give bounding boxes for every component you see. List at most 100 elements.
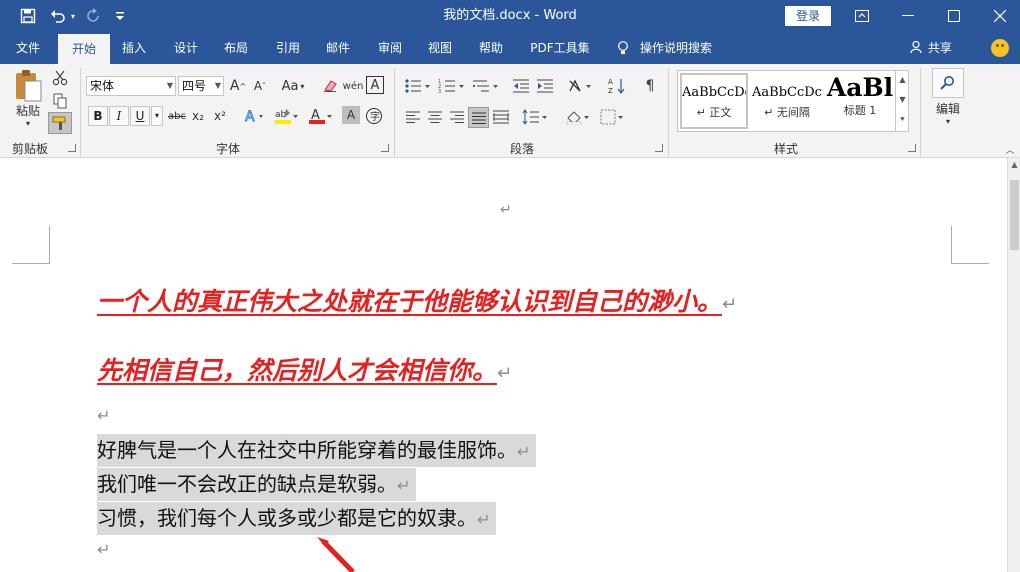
align-left-icon[interactable] (404, 108, 422, 126)
bold-button[interactable]: B (88, 106, 108, 126)
minimize-icon[interactable] (885, 0, 931, 32)
clipboard-group-label: 剪贴板 (11, 142, 48, 156)
selected-line-2[interactable]: 我们唯一不会改正的缺点是软弱。↵ (97, 468, 417, 501)
font-launcher-icon[interactable] (381, 144, 389, 152)
tab-insert[interactable]: 插入 (112, 32, 156, 64)
tab-layout[interactable]: 布局 (214, 32, 258, 64)
numbering-icon[interactable]: 123 (436, 76, 468, 96)
text-effects-icon[interactable]: A (242, 106, 268, 126)
chevron-down-icon[interactable]: ▾ (942, 116, 954, 126)
paste-label[interactable]: 粘贴 (12, 102, 44, 118)
style-normal[interactable]: AaBbCcDc ↵ 正文 (680, 73, 748, 129)
align-center-icon[interactable] (426, 108, 444, 126)
character-border-icon[interactable]: A (366, 76, 384, 94)
justify-icon[interactable] (468, 107, 489, 128)
vertical-scrollbar[interactable]: ▲ (1007, 158, 1020, 572)
paragraph-mark: ↵ (497, 363, 513, 384)
lightbulb-icon[interactable] (614, 32, 632, 64)
sort-icon[interactable]: AZ (606, 76, 628, 96)
chevron-down-icon: ▼ (214, 81, 221, 90)
distributed-icon[interactable] (491, 108, 511, 126)
heading-quote-1[interactable]: 一个人的真正伟大之处就在于他能够认识到自己的渺小。↵ (97, 282, 737, 318)
heading-quote-2[interactable]: 先相信自己，然后别人才会相信你。↵ (97, 351, 512, 387)
font-name-select[interactable]: 宋体 ▼ (86, 76, 176, 96)
login-button[interactable]: 登录 (785, 6, 831, 26)
grow-font-icon[interactable]: A ^ (228, 76, 248, 96)
decrease-indent-icon[interactable] (510, 76, 532, 96)
tab-mailings[interactable]: 邮件 (316, 32, 360, 64)
tab-references[interactable]: 引用 (266, 32, 310, 64)
document-canvas[interactable]: ↵ 一个人的真正伟大之处就在于他能够认识到自己的渺小。↵ 先相信自己，然后别人才… (0, 158, 1007, 572)
editing-label[interactable]: 编辑 (928, 100, 968, 116)
tab-home[interactable]: 开始 (58, 34, 110, 64)
font-size-select[interactable]: 四号 ▼ (178, 76, 224, 96)
undo-dropdown-icon[interactable]: ▾ (68, 0, 78, 32)
copy-icon[interactable] (50, 91, 70, 111)
tab-design[interactable]: 设计 (164, 32, 208, 64)
chevron-up-icon[interactable]: ▲ (896, 70, 909, 90)
change-case-button[interactable]: Aa ▾ (278, 76, 308, 96)
title-bar: ▾ 我的文档.docx - Word 登录 (0, 0, 1020, 32)
ribbon-display-options-icon[interactable] (839, 0, 885, 32)
style-no-spacing[interactable]: AaBbCcDc ↵ 无间隔 (752, 73, 822, 129)
customize-quick-access-icon[interactable] (112, 0, 128, 32)
more-styles-icon[interactable]: ⯆ (896, 110, 909, 130)
phonetic-guide-icon[interactable]: wén (342, 76, 364, 96)
underline-dropdown-icon[interactable]: ▾ (151, 106, 163, 126)
font-color-icon[interactable]: A (306, 106, 336, 126)
tell-me-search[interactable]: 操作说明搜索 (640, 32, 720, 64)
paragraph-mark: ↵ (722, 294, 738, 315)
body-line-3-text: 习惯，我们每个人或多或少都是它的奴隶。 (97, 506, 477, 530)
chinese-layout-icon[interactable] (566, 76, 596, 96)
tab-file[interactable]: 文件 (6, 32, 50, 64)
enclose-characters-icon[interactable]: 字 (364, 106, 384, 126)
style-no-spacing-name: ↵ 无间隔 (764, 106, 810, 119)
selected-line-1[interactable]: 好脾气是一个人在社交中所能穿着的最佳服饰。↵ (97, 434, 537, 467)
save-icon[interactable] (16, 0, 40, 32)
show-formatting-marks-icon[interactable]: ¶ (640, 76, 660, 96)
undo-icon[interactable] (46, 0, 70, 32)
tab-view[interactable]: 视图 (418, 32, 462, 64)
tab-pdf-tools[interactable]: PDF工具集 (524, 32, 596, 64)
redo-icon[interactable] (82, 0, 106, 32)
multilevel-list-icon[interactable] (470, 76, 502, 96)
bullets-icon[interactable] (402, 76, 434, 96)
tab-help[interactable]: 帮助 (469, 32, 513, 64)
chevron-up-icon[interactable]: ▲ (1008, 160, 1020, 169)
selected-line-3[interactable]: 习惯，我们每个人或多或少都是它的奴隶。↵ (97, 502, 497, 535)
style-heading-1[interactable]: AaBl 标题 1 (826, 73, 894, 129)
styles-launcher-icon[interactable] (908, 144, 916, 152)
paste-dropdown-icon[interactable]: ▾ (22, 118, 34, 128)
maximize-icon[interactable] (931, 0, 977, 32)
underline-button[interactable]: U (130, 106, 150, 126)
tab-review[interactable]: 审阅 (368, 32, 412, 64)
scrollbar-thumb[interactable] (1010, 180, 1019, 250)
chevron-down-icon[interactable]: ▼ (896, 90, 909, 110)
collapse-ribbon-icon[interactable]: ︿ (1004, 144, 1016, 156)
superscript-button[interactable]: x² (210, 106, 230, 126)
format-painter-icon[interactable] (48, 112, 72, 134)
line-spacing-icon[interactable] (520, 108, 550, 126)
shrink-font-icon[interactable]: Aˇ (250, 76, 270, 96)
clear-formatting-icon[interactable] (320, 76, 340, 96)
subscript-button[interactable]: x₂ (188, 106, 208, 126)
align-right-icon[interactable] (448, 108, 466, 126)
font-size-value: 四号 (182, 79, 207, 93)
paste-icon[interactable] (12, 68, 44, 104)
crop-mark-left (12, 226, 50, 264)
share-button[interactable]: 共享 (910, 32, 952, 64)
feedback-smiley-icon[interactable] (991, 39, 1009, 57)
italic-button[interactable]: I (109, 106, 129, 126)
shading-icon[interactable] (564, 108, 594, 126)
character-shading-icon[interactable]: A (342, 106, 360, 124)
strikethrough-button[interactable]: abc (166, 106, 188, 126)
clipboard-launcher-icon[interactable] (68, 144, 76, 152)
increase-indent-icon[interactable] (534, 76, 556, 96)
highlight-color-icon[interactable]: ab (272, 106, 302, 126)
cut-icon[interactable] (50, 68, 70, 88)
font-group-label: 字体 (215, 142, 240, 156)
find-icon[interactable] (932, 68, 964, 98)
borders-icon[interactable] (598, 108, 628, 126)
paragraph-launcher-icon[interactable] (655, 144, 663, 152)
close-icon[interactable] (977, 0, 1020, 32)
